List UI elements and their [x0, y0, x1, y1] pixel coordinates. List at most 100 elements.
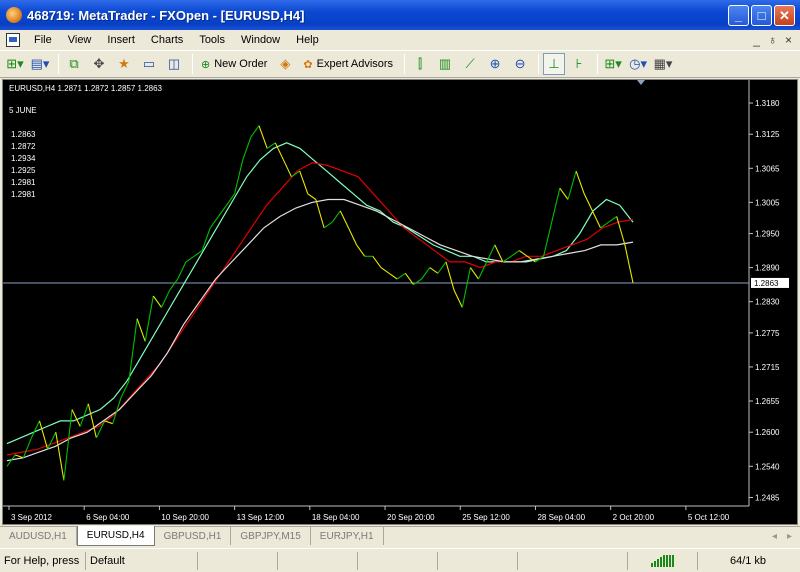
metatrader-app-icon[interactable]: [6, 7, 22, 23]
menu-insert[interactable]: Insert: [99, 34, 143, 46]
crosshair-icon[interactable]: ✥: [88, 53, 110, 75]
minimize-button[interactable]: _: [728, 4, 749, 26]
new-order-button[interactable]: ⊕ New Order: [197, 53, 271, 75]
ma-mid-line: [6, 161, 634, 456]
time-tick-label: 28 Sep 04:00: [537, 513, 585, 522]
profiles-icon[interactable]: ▤▾: [29, 53, 51, 75]
price-segment: [567, 170, 577, 200]
autoscroll-icon[interactable]: ⊦: [568, 53, 590, 75]
title-bar[interactable]: 468719: MetaTrader - FXOpen - [EURUSD,H4…: [0, 0, 800, 30]
price-segment: [299, 170, 309, 194]
chart-document-icon[interactable]: [6, 33, 20, 47]
menu-window[interactable]: Window: [233, 34, 288, 46]
price-segment: [445, 261, 455, 291]
tab-audusd-h1[interactable]: AUDUSD,H1: [0, 527, 77, 545]
price-chart[interactable]: 1.3180 1.3125 1.3065 1.3005 1.2950 1.2890 1.28…: [3, 80, 797, 524]
menu-charts[interactable]: Charts: [143, 34, 191, 46]
chart-header: EURUSD,H4 1.2871 1.2872 1.2857 1.2863: [9, 84, 163, 93]
time-tick-label: 2 Oct 20:00: [613, 513, 655, 522]
maximize-button[interactable]: □: [751, 4, 772, 26]
price-segment: [242, 136, 252, 160]
info-value: 1.2981: [11, 178, 36, 187]
toolbar-separator: [58, 54, 59, 74]
price-tick-label: 1.2890: [755, 264, 780, 273]
new-chart-icon[interactable]: ⊞▾: [4, 53, 26, 75]
chart-shift-icon[interactable]: ⊥: [543, 53, 566, 75]
metatrader-window: 468719: MetaTrader - FXOpen - [EURUSD,H4…: [0, 0, 800, 572]
price-segment: [429, 267, 439, 274]
price-tick-label: 1.2600: [755, 428, 780, 437]
expert-advisors-button[interactable]: ✿ Expert Advisors: [299, 53, 397, 75]
connection-status[interactable]: [628, 551, 698, 570]
navigator-icon[interactable]: ★: [113, 53, 135, 75]
zoom-out-icon[interactable]: ⊖: [509, 53, 531, 75]
price-segment: [217, 204, 227, 217]
periods-icon[interactable]: ◷▾: [627, 53, 649, 75]
price-segment: [421, 267, 431, 280]
price-segment: [315, 199, 325, 229]
toolbar-separator: [192, 54, 193, 74]
price-segment: [559, 187, 569, 200]
toolbar-separator: [404, 54, 406, 74]
status-profile: Default: [86, 551, 198, 570]
tab-gbpjpy-m15[interactable]: GBPJPY,M15: [231, 527, 311, 545]
info-value: 1.2872: [11, 142, 36, 151]
mdi-restore-button[interactable]: ♁: [768, 33, 777, 47]
close-button[interactable]: ✕: [774, 4, 795, 26]
templates-icon[interactable]: ▦▾: [652, 53, 674, 75]
menu-view[interactable]: View: [60, 34, 100, 46]
market-watch-icon[interactable]: ⧉: [63, 53, 85, 75]
price-segment: [177, 261, 187, 280]
price-segment: [356, 244, 366, 257]
expert-advisors-label: Expert Advisors: [316, 58, 394, 70]
price-segment: [583, 193, 593, 212]
menu-tools[interactable]: Tools: [191, 34, 233, 46]
price-segment: [469, 267, 479, 280]
menu-help[interactable]: Help: [288, 34, 327, 46]
tab-scroll: ◂ ▸: [772, 527, 792, 545]
chart-window[interactable]: 1.3180 1.3125 1.3065 1.3005 1.2950 1.2890 1.28…: [2, 79, 798, 525]
price-segment: [591, 210, 601, 229]
price-segment: [161, 290, 171, 308]
price-segment: [331, 210, 341, 223]
price-segment: [104, 420, 113, 425]
status-cell-empty: [438, 551, 518, 570]
indicators-icon[interactable]: ⊞▾: [602, 53, 624, 75]
price-series: [6, 125, 634, 481]
tab-eurjpy-h1[interactable]: EURJPY,H1: [311, 527, 384, 545]
candlestick-icon[interactable]: ▥: [434, 53, 456, 75]
ma-slow-line: [6, 198, 634, 462]
mdi-minimize-button[interactable]: _: [753, 33, 760, 47]
ma-fast-line: [6, 142, 634, 445]
time-tick-label: 5 Oct 12:00: [688, 513, 730, 522]
terminal-icon[interactable]: ▭: [138, 53, 160, 75]
mdi-close-button[interactable]: ×: [785, 33, 792, 47]
tab-scroll-left-icon[interactable]: ◂: [772, 531, 777, 542]
status-cell-empty: [278, 551, 358, 570]
bar-chart-icon[interactable]: ⫿: [409, 53, 431, 75]
price-segment: [169, 278, 179, 291]
tab-scroll-right-icon[interactable]: ▸: [787, 531, 792, 542]
time-tick-label: 18 Sep 04:00: [312, 513, 360, 522]
meta-editor-icon[interactable]: ◈: [274, 53, 296, 75]
tab-gbpusd-h1[interactable]: GBPUSD,H1: [155, 527, 232, 545]
time-tick-label: 20 Sep 20:00: [387, 513, 435, 522]
expert-advisors-icon: ✿: [303, 58, 313, 71]
price-segment: [87, 403, 97, 439]
tab-eurusd-h4[interactable]: EURUSD,H4: [76, 526, 155, 546]
zoom-in-icon[interactable]: ⊕: [484, 53, 506, 75]
line-chart-icon[interactable]: ⟋: [459, 53, 481, 75]
strategy-tester-icon[interactable]: ◫: [163, 53, 185, 75]
info-value: 1.2981: [11, 190, 36, 199]
price-segment: [63, 409, 73, 481]
time-tick-label: 25 Sep 12:00: [462, 513, 510, 522]
price-segment: [478, 261, 488, 280]
menu-file[interactable]: File: [26, 34, 60, 46]
window-title: 468719: MetaTrader - FXOpen - [EURUSD,H4…: [27, 7, 305, 23]
price-segment: [112, 398, 122, 424]
toolbar: ⊞▾ ▤▾ ⧉ ✥ ★ ▭ ◫ ⊕ New Order ◈ ✿ Expert A…: [0, 50, 800, 78]
current-price-label: 1.2863: [754, 279, 779, 288]
price-segment: [396, 272, 406, 280]
chart-date-label: 5 JUNE: [9, 106, 37, 115]
price-segment: [339, 210, 349, 229]
